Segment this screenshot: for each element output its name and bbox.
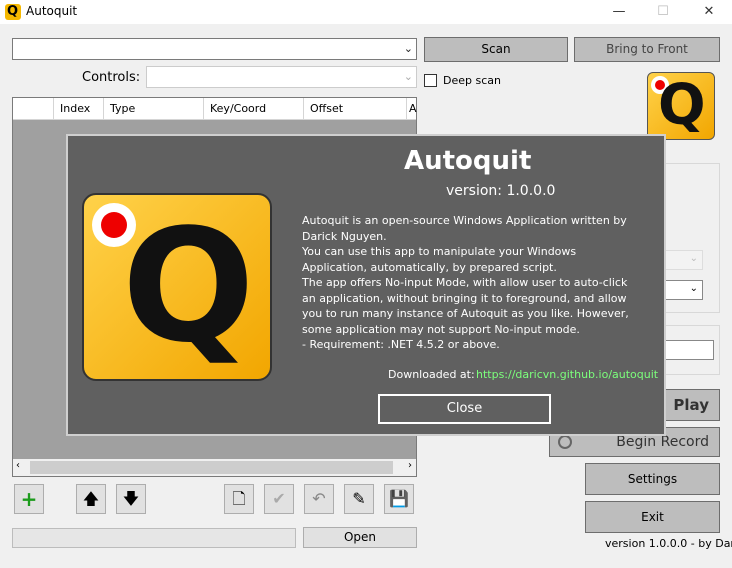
about-logo: Q xyxy=(82,193,272,381)
about-version: version: 1.0.0.0 xyxy=(446,183,556,199)
scroll-thumb[interactable] xyxy=(30,461,393,474)
about-description-line: The app offers No-input Mode, with allow… xyxy=(302,276,628,289)
chevron-down-icon: ⌄ xyxy=(403,70,413,83)
chevron-down-icon: ⌄ xyxy=(689,253,698,264)
arrow-up-icon: 🡅 xyxy=(82,489,100,508)
about-description-line: You can use this app to manipulate your … xyxy=(302,245,577,258)
pencil-icon: ✎ xyxy=(352,489,366,508)
option-select-disabled[interactable]: ⌄ xyxy=(660,250,703,270)
open-button[interactable]: Open xyxy=(303,527,417,548)
about-description: Autoquit is an open-source Windows Appli… xyxy=(302,213,652,353)
grid-col-offset[interactable]: Offset xyxy=(303,98,406,119)
close-window-button[interactable]: ✕ xyxy=(694,2,724,22)
save-icon: 💾 xyxy=(389,489,409,508)
move-down-button[interactable]: 🡇 xyxy=(116,484,146,514)
window-title: Autoquit xyxy=(26,4,78,18)
grid-horizontal-scrollbar[interactable]: ‹ › xyxy=(13,459,416,476)
maximize-button[interactable]: ☐ xyxy=(648,2,678,22)
about-description-line: an application, without bringing it to f… xyxy=(302,291,627,305)
check-icon: ✔ xyxy=(272,489,286,508)
grid-header: Index Type Key/Coord Offset A xyxy=(13,98,418,120)
about-description-line: Autoquit is an open-source Windows Appli… xyxy=(302,214,627,227)
arrow-down-icon: 🡇 xyxy=(122,489,140,508)
delay-input[interactable] xyxy=(660,340,714,360)
grid-col-type[interactable]: Type xyxy=(103,98,203,119)
new-file-button[interactable]: 🗋 xyxy=(224,484,254,514)
app-logo-icon: Q xyxy=(5,4,21,20)
download-link[interactable]: https://daricvn.github.io/autoquit xyxy=(476,368,658,381)
controls-label: Controls: xyxy=(82,70,141,85)
about-title: Autoquit xyxy=(404,146,532,176)
deep-scan-checkbox[interactable] xyxy=(424,74,437,87)
grid-col-more[interactable]: A xyxy=(406,98,418,119)
downloaded-label: Downloaded at: xyxy=(388,368,475,381)
undo-icon: ↶ xyxy=(312,489,326,508)
add-step-button[interactable]: + xyxy=(14,484,44,514)
exit-button[interactable]: Exit xyxy=(585,501,720,533)
logo-q-glyph: Q xyxy=(122,195,255,377)
file-icon: 🗋 xyxy=(232,489,246,508)
grid-col-keycoord[interactable]: Key/Coord xyxy=(203,98,303,119)
version-footer: version 1.0.0.0 - by Darick xyxy=(605,537,732,550)
process-select[interactable]: ⌄ xyxy=(12,38,417,60)
minimize-button[interactable]: — xyxy=(604,2,634,22)
chevron-down-icon: ⌄ xyxy=(403,42,413,55)
chevron-down-icon: ⌄ xyxy=(689,283,698,294)
autoquit-logo: Q xyxy=(647,72,715,140)
about-description-line: some application may not support No-inpu… xyxy=(302,322,580,336)
about-description-line: Application, automatically, by prepared … xyxy=(302,260,557,274)
about-description-line: Darick Nguyen. xyxy=(302,229,387,243)
save-button[interactable]: 💾 xyxy=(384,484,414,514)
controls-select[interactable]: ⌄ xyxy=(146,66,417,88)
plus-icon: + xyxy=(20,487,38,511)
undo-button[interactable]: ↶ xyxy=(304,484,334,514)
scroll-right-icon[interactable]: › xyxy=(408,460,412,471)
file-path-field[interactable] xyxy=(12,528,296,548)
grid-col-select[interactable] xyxy=(13,98,53,119)
edit-button[interactable]: ✎ xyxy=(344,484,374,514)
logo-q-glyph: Q xyxy=(658,73,706,138)
about-description-line: - Requirement: .NET 4.5.2 or above. xyxy=(302,338,500,351)
settings-button[interactable]: Settings xyxy=(585,463,720,495)
about-close-button[interactable]: Close xyxy=(378,394,551,424)
option-select[interactable]: ⌄ xyxy=(660,280,703,300)
scroll-left-icon[interactable]: ‹ xyxy=(16,460,20,471)
scan-button[interactable]: Scan xyxy=(424,37,568,62)
about-description-line: you to run many instance of Autoquit as … xyxy=(302,307,629,320)
grid-col-index[interactable]: Index xyxy=(53,98,103,119)
begin-record-label: Begin Record xyxy=(616,434,709,450)
validate-button[interactable]: ✔ xyxy=(264,484,294,514)
move-up-button[interactable]: 🡅 xyxy=(76,484,106,514)
about-dialog: Q Autoquit version: 1.0.0.0 Autoquit is … xyxy=(66,134,666,436)
record-icon xyxy=(558,435,572,449)
bring-to-front-button[interactable]: Bring to Front xyxy=(574,37,720,62)
deep-scan-label: Deep scan xyxy=(443,74,501,87)
